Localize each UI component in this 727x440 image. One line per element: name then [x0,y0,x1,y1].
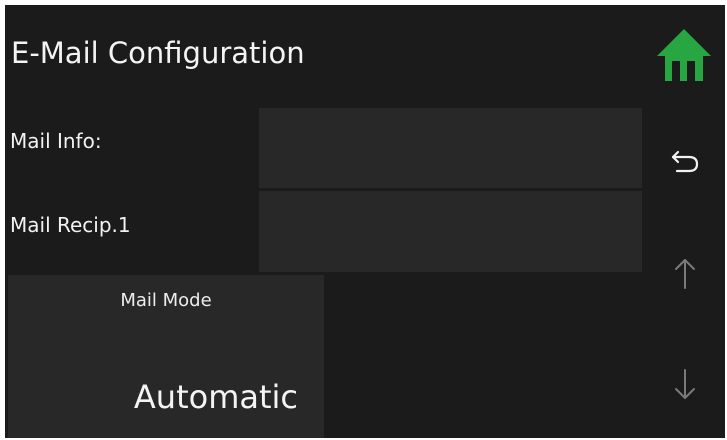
mail-info-field[interactable] [259,108,642,188]
mail-mode-label: Mail Mode [120,290,212,311]
scroll-up-button[interactable] [661,252,709,300]
page-title: E-Mail Configuration [11,36,305,70]
arrow-up-icon [675,259,695,289]
mail-mode-selector[interactable]: Mail Mode Automatic [8,275,324,438]
mail-mode-value: Automatic [133,378,298,416]
back-button[interactable] [661,137,709,185]
mail-recipient-1-label: Mail Recip.1 [10,213,131,237]
home-icon [657,29,711,81]
home-button[interactable] [654,26,714,84]
return-arrow-icon [671,150,699,173]
scroll-down-button[interactable] [661,362,709,410]
arrow-down-icon [675,369,695,399]
email-configuration-screen: E-Mail Configuration Mail Info: Mail Rec… [5,5,725,438]
mail-recipient-1-field[interactable] [259,191,642,272]
mail-info-label: Mail Info: [10,129,102,153]
